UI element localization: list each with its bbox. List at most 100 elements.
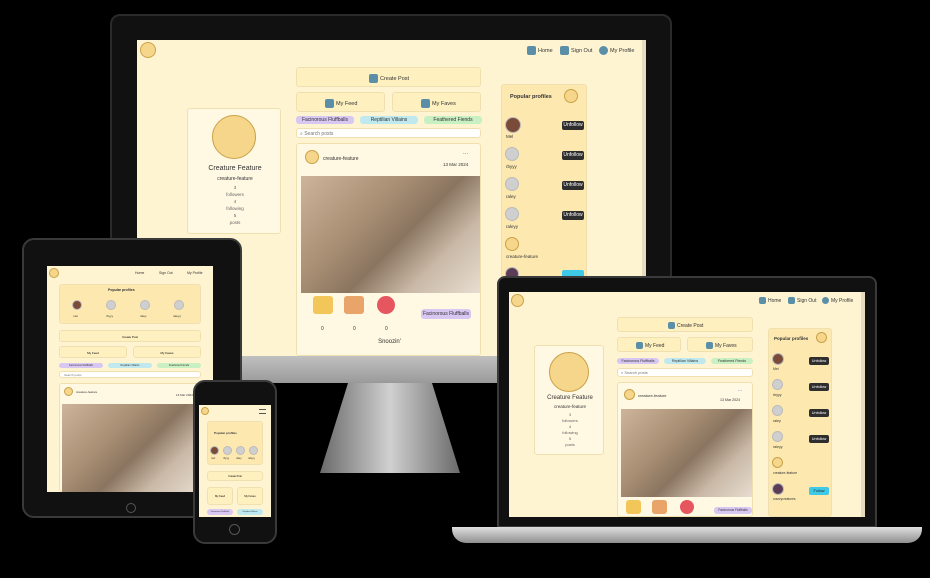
- search-input[interactable]: Search posts: [59, 371, 201, 378]
- category-feathered[interactable]: Feathered Fiends: [157, 363, 201, 368]
- create-post-button[interactable]: Create Post: [59, 330, 201, 342]
- popular-avatar-raley[interactable]: [236, 446, 245, 455]
- popular-avatar-mel[interactable]: [772, 353, 784, 365]
- follow-button[interactable]: Follow: [809, 487, 829, 495]
- category-reptilian[interactable]: Reptilian Villains: [108, 363, 152, 368]
- popular-avatar-raleyy[interactable]: [249, 446, 258, 455]
- create-post-button[interactable]: Create Post: [207, 471, 263, 481]
- post-author[interactable]: creature-feature: [323, 156, 359, 162]
- menu-icon[interactable]: [259, 409, 266, 414]
- popular-name-mel[interactable]: Mel: [506, 134, 513, 139]
- reaction-crown-icon[interactable]: [313, 296, 333, 314]
- popular-name-raley[interactable]: raley: [506, 194, 516, 199]
- nav-home[interactable]: Home: [527, 46, 553, 55]
- reaction-heart-icon[interactable]: [680, 500, 694, 514]
- popular-avatar-raley[interactable]: [772, 405, 783, 416]
- unfollow-button[interactable]: Unfollow: [809, 383, 829, 391]
- popular-name-creature[interactable]: creature-feature: [773, 471, 797, 475]
- popular-name[interactable]: mel: [73, 314, 78, 318]
- nav-my-profile[interactable]: My Profile: [599, 46, 634, 55]
- popular-name-rbyyy[interactable]: rbyyy: [773, 393, 782, 397]
- category-feathered[interactable]: Feathered Fiends: [424, 116, 482, 124]
- category-reptilian[interactable]: Reptilian Villains: [360, 116, 418, 124]
- popular-name-creature[interactable]: creature-feature: [506, 254, 538, 259]
- popular-avatar-raley[interactable]: [505, 177, 519, 191]
- my-faves-button[interactable]: My Faves: [687, 337, 753, 352]
- popular-name-raley[interactable]: raley: [773, 419, 781, 423]
- category-fluffballs[interactable]: Facinorous Fluffballs: [296, 116, 354, 124]
- site-logo[interactable]: [201, 407, 209, 415]
- site-logo[interactable]: [49, 268, 59, 278]
- post-category[interactable]: Facinorous Fluffballs: [714, 507, 752, 514]
- nav-home[interactable]: Home: [759, 297, 781, 304]
- site-logo[interactable]: [140, 42, 156, 58]
- popular-avatar-rbyyy[interactable]: [106, 300, 116, 310]
- reaction-cat-icon[interactable]: [652, 500, 667, 514]
- my-feed-button[interactable]: My Feed: [207, 487, 233, 505]
- popular-avatar-raleyy[interactable]: [505, 207, 519, 221]
- post-author[interactable]: creature-feature: [76, 390, 97, 394]
- my-feed-button[interactable]: My Feed: [296, 92, 385, 112]
- post-category[interactable]: Facinorous Fluffballs: [421, 309, 471, 319]
- popular-name[interactable]: raleyy: [173, 314, 181, 318]
- reaction-crown-icon[interactable]: [626, 500, 641, 514]
- popular-avatar-mel[interactable]: [210, 446, 219, 455]
- my-faves-button[interactable]: My Faves: [133, 346, 201, 358]
- popular-avatar-rbyyy[interactable]: [505, 147, 519, 161]
- my-feed-button[interactable]: My Feed: [59, 346, 127, 358]
- site-logo[interactable]: [511, 294, 524, 307]
- nav-sign-out[interactable]: Sign Out: [159, 271, 173, 275]
- category-fluffballs[interactable]: Facinorous Fluffballs: [59, 363, 103, 368]
- category-fluffballs[interactable]: Facinorous Fluffballs: [207, 509, 233, 515]
- nav-sign-out[interactable]: Sign Out: [560, 46, 592, 55]
- popular-name[interactable]: raleyy: [248, 457, 255, 460]
- unfollow-button[interactable]: Unfollow: [809, 357, 829, 365]
- category-feathered[interactable]: Feathered Fiends: [711, 358, 753, 364]
- post-menu[interactable]: ...: [738, 387, 742, 393]
- popular-avatar-raley[interactable]: [140, 300, 150, 310]
- unfollow-button[interactable]: Unfollow: [809, 409, 829, 417]
- popular-avatar-extra[interactable]: [772, 483, 784, 495]
- popular-name-raleyy[interactable]: raleyy: [773, 445, 783, 449]
- popular-avatar-rbyyy[interactable]: [223, 446, 232, 455]
- popular-avatar-raleyy[interactable]: [772, 431, 783, 442]
- popular-name[interactable]: rbyyy: [106, 314, 113, 318]
- popular-avatar-creature[interactable]: [505, 237, 519, 251]
- popular-name[interactable]: raley: [140, 314, 147, 318]
- popular-name[interactable]: raley: [236, 457, 242, 460]
- scrollbar[interactable]: [861, 292, 865, 517]
- nav-sign-out[interactable]: Sign Out: [788, 297, 816, 304]
- popular-name-mel[interactable]: Mel: [773, 367, 779, 371]
- unfollow-button[interactable]: Unfollow: [562, 211, 584, 220]
- unfollow-button[interactable]: Unfollow: [562, 121, 584, 130]
- unfollow-button[interactable]: Unfollow: [562, 181, 584, 190]
- post-author[interactable]: creature-feature: [638, 393, 666, 398]
- create-post-button[interactable]: Create Post: [617, 317, 753, 332]
- popular-name[interactable]: rbyyy: [223, 457, 229, 460]
- popular-name-extra[interactable]: crazzycreatures: [773, 497, 796, 501]
- my-faves-button[interactable]: My Faves: [237, 487, 263, 505]
- reaction-heart-icon[interactable]: [377, 296, 395, 314]
- my-faves-button[interactable]: My Faves: [392, 92, 481, 112]
- popular-avatar-mel[interactable]: [72, 300, 82, 310]
- nav-my-profile[interactable]: My Profile: [822, 297, 853, 304]
- nav-home[interactable]: Home: [135, 271, 144, 275]
- create-post-button[interactable]: Create Post: [296, 67, 481, 87]
- popular-avatar-creature[interactable]: [772, 457, 783, 468]
- search-input[interactable]: ⌕ Search posts: [617, 368, 753, 377]
- reaction-cat-icon[interactable]: [344, 296, 364, 314]
- popular-avatar-rbyyy[interactable]: [772, 379, 783, 390]
- category-reptilian[interactable]: Reptilian Villains: [664, 358, 706, 364]
- unfollow-button[interactable]: Unfollow: [809, 435, 829, 443]
- category-reptilian[interactable]: Reptilian Villains: [237, 509, 263, 515]
- popular-name[interactable]: mel: [211, 457, 215, 460]
- category-fluffballs[interactable]: Facinorous Fluffballs: [617, 358, 659, 364]
- popular-avatar-mel[interactable]: [505, 117, 521, 133]
- unfollow-button[interactable]: Unfollow: [562, 151, 584, 160]
- post-menu[interactable]: ...: [463, 150, 468, 156]
- my-feed-button[interactable]: My Feed: [617, 337, 681, 352]
- popular-avatar-raleyy[interactable]: [174, 300, 184, 310]
- popular-name-raleyy[interactable]: raleyy: [506, 224, 518, 229]
- search-input[interactable]: ⌕ Search posts: [296, 128, 481, 138]
- popular-name-rbyyy[interactable]: rbyyy: [506, 164, 517, 169]
